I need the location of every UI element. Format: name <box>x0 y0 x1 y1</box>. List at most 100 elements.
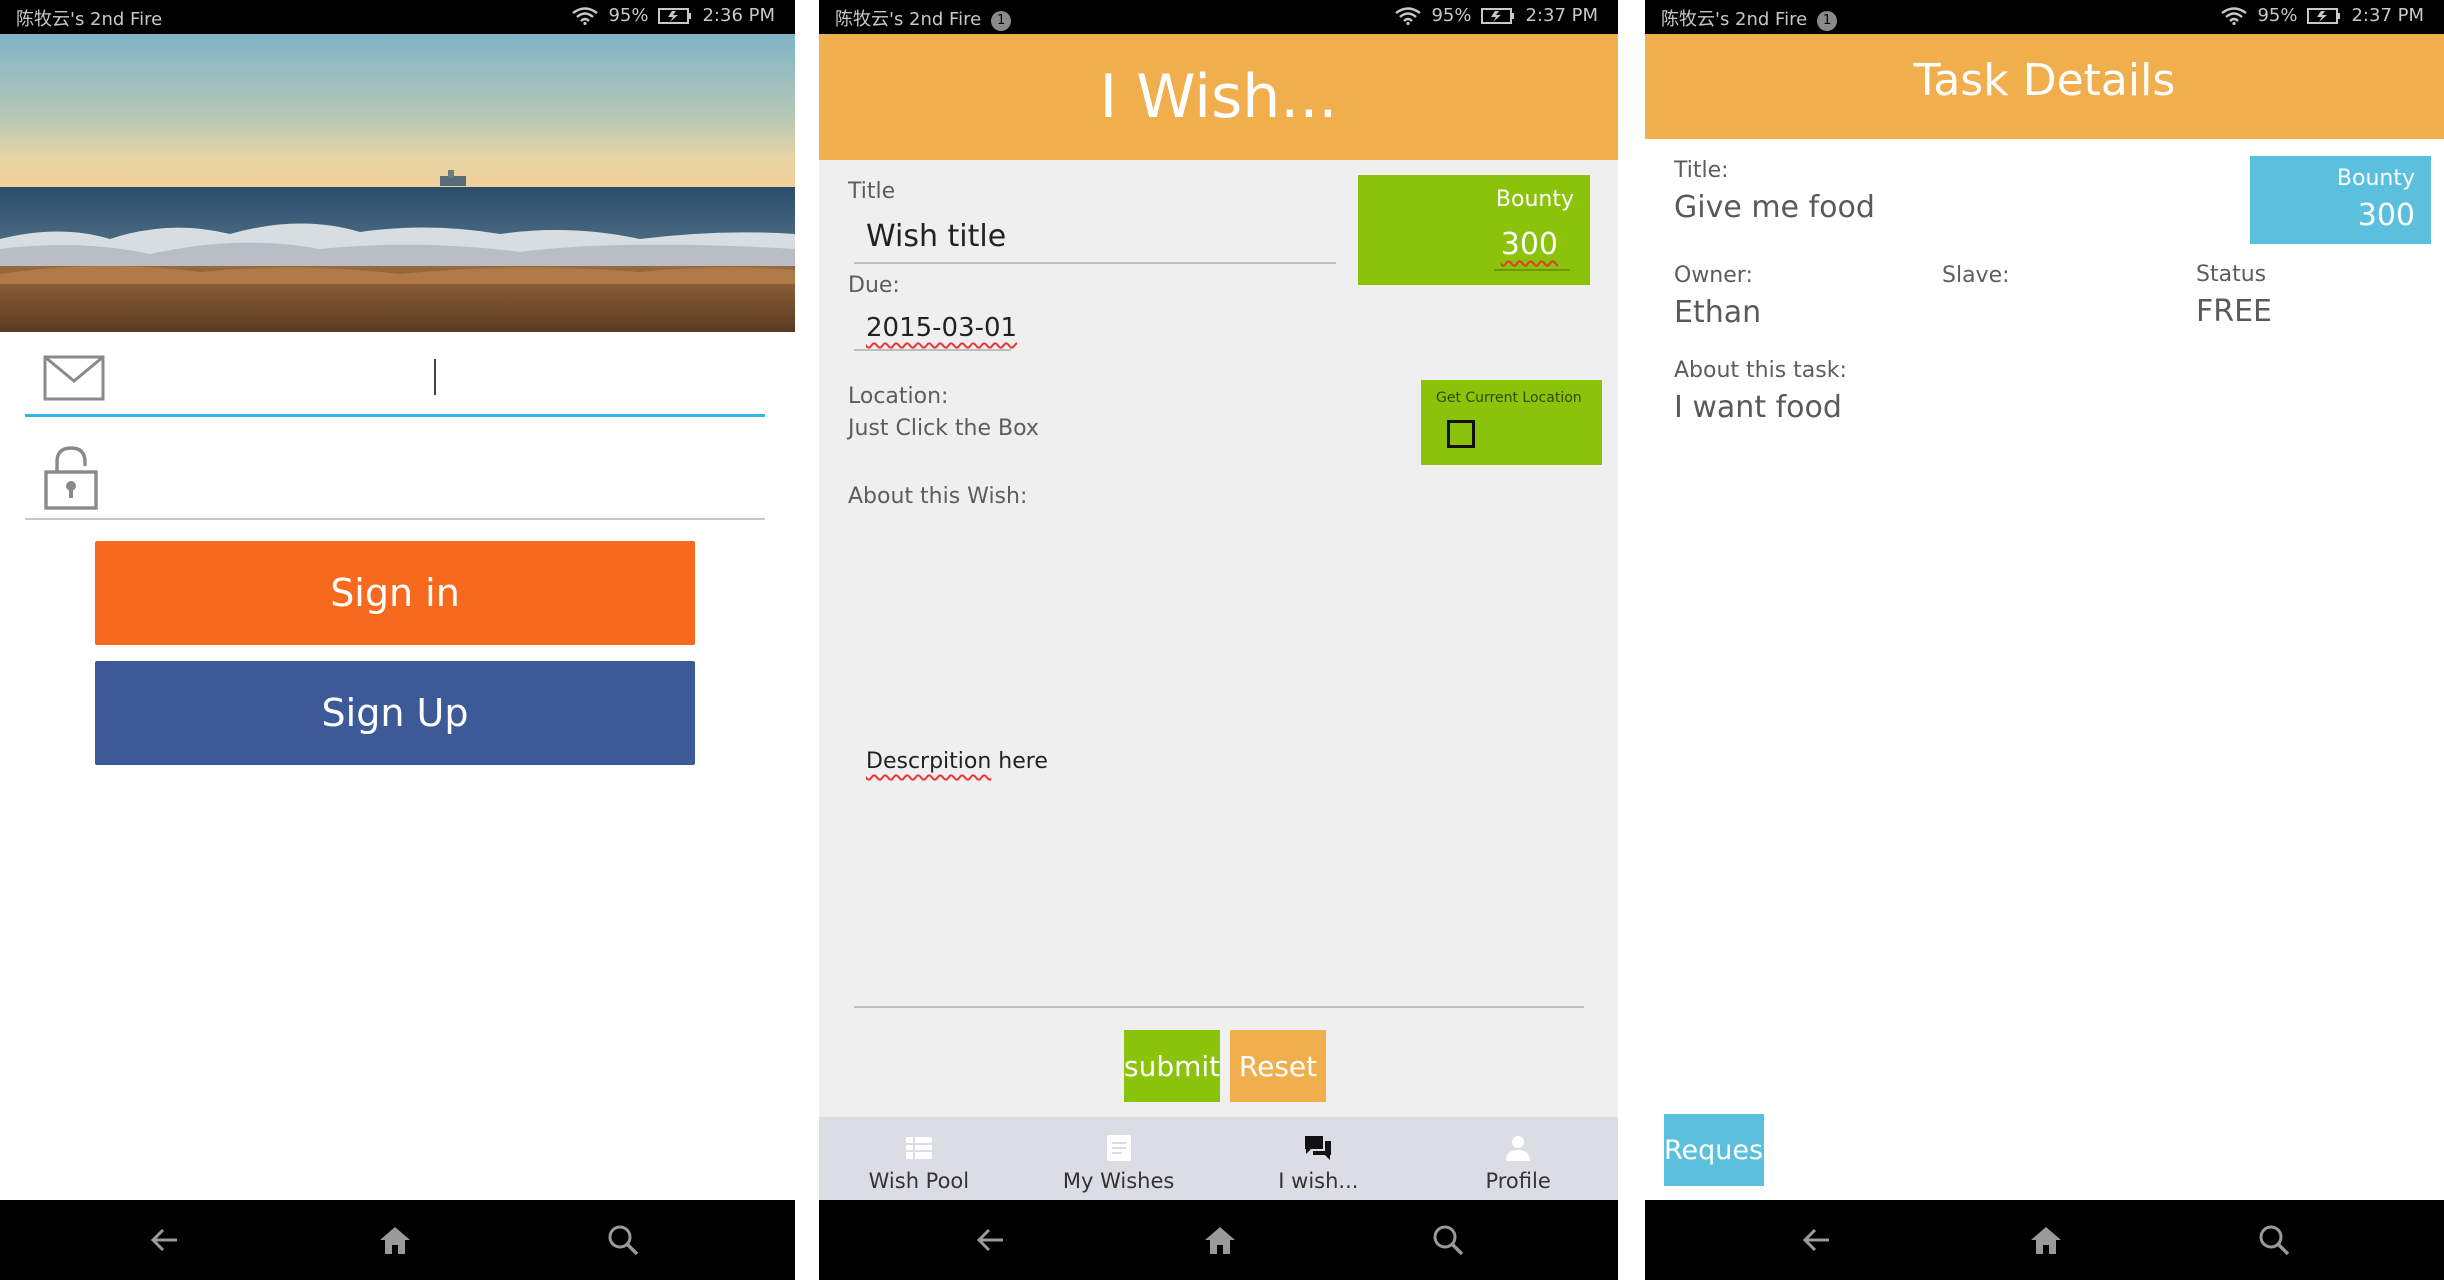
text-cursor <box>434 359 436 395</box>
password-input[interactable] <box>125 454 755 504</box>
password-field-row <box>25 440 765 520</box>
battery-icon <box>658 7 692 24</box>
tab-profile[interactable]: Profile <box>1418 1117 1618 1200</box>
battery-icon <box>2307 7 2341 24</box>
get-location-label: Get Current Location <box>1436 390 1582 406</box>
task-title-value: Give me food <box>1674 190 1875 225</box>
home-icon[interactable] <box>2026 1220 2066 1260</box>
get-location-box[interactable]: Get Current Location <box>1421 380 1602 465</box>
search-icon[interactable] <box>2254 1220 2294 1260</box>
about-wish-label: About this Wish: <box>848 484 1028 509</box>
bounty-box: Bounty 300 <box>2250 156 2431 244</box>
tab-label: I wish... <box>1278 1169 1359 1193</box>
title-underline <box>854 262 1336 264</box>
task-details-screen: 陈牧云's 2nd Fire 1 95% 2:37 PM Task Details <box>1645 0 2444 1280</box>
landscape-hero-image <box>0 34 795 332</box>
slave-label: Slave: <box>1942 263 2010 288</box>
status-bar: 陈牧云's 2nd Fire 1 95% 2:37 PM <box>1645 0 2444 34</box>
wifi-icon <box>2221 6 2248 25</box>
battery-percent: 95% <box>1431 5 1472 26</box>
about-task-value: I want food <box>1674 390 1842 425</box>
carrier-name: 陈牧云's 2nd Fire <box>835 9 982 30</box>
app-header: I Wish... <box>819 34 1618 160</box>
status-value: FREE <box>2196 294 2273 329</box>
battery-percent: 95% <box>2257 5 2298 26</box>
location-hint: Just Click the Box <box>848 416 1039 441</box>
submit-button[interactable]: submit <box>1124 1030 1220 1102</box>
carrier-name: 陈牧云's 2nd Fire <box>16 9 163 30</box>
system-nav-bar <box>0 1200 795 1280</box>
bounty-underline <box>1494 269 1570 271</box>
system-nav-bar <box>819 1200 1618 1280</box>
chat-icon <box>1305 1136 1332 1160</box>
email-input[interactable] <box>125 351 755 401</box>
description-underline <box>854 1006 1584 1008</box>
page-title: I Wish... <box>1099 62 1338 132</box>
tab-my-wishes[interactable]: My Wishes <box>1019 1117 1219 1200</box>
bounty-label: Bounty <box>2336 166 2415 191</box>
home-icon[interactable] <box>1200 1220 1240 1260</box>
person-icon <box>1506 1136 1531 1161</box>
tab-wish-pool[interactable]: Wish Pool <box>819 1117 1019 1200</box>
email-field-row <box>25 337 765 417</box>
wish-form-screen: 陈牧云's 2nd Fire 1 95% 2:37 PM I Wish... T… <box>819 0 1618 1280</box>
tab-i-wish[interactable]: I wish... <box>1219 1117 1419 1200</box>
padlock-icon <box>44 446 98 510</box>
list-icon <box>905 1137 932 1159</box>
request-button[interactable]: Request <box>1664 1114 1774 1186</box>
title-label: Title <box>848 179 896 204</box>
bounty-input[interactable]: 300 <box>1501 227 1558 262</box>
tab-label: Wish Pool <box>868 1169 970 1193</box>
bounty-value: 300 <box>2357 198 2415 233</box>
about-task-label: About this task: <box>1674 358 1847 383</box>
status-label: Status <box>2196 262 2267 287</box>
sign-up-button[interactable]: Sign Up <box>95 661 695 765</box>
email-underline <box>25 414 765 417</box>
signin-screen: 陈牧云's 2nd Fire 95% 2:36 PM Sign in Sign … <box>0 0 795 1280</box>
bounty-value: 300 <box>1500 227 1558 262</box>
description-word: here <box>991 749 1048 774</box>
location-label: Location: <box>848 384 949 409</box>
owner-value: Ethan <box>1674 295 1762 330</box>
notification-badge: 1 <box>1817 11 1838 31</box>
bounty-box: Bounty 300 <box>1358 175 1590 285</box>
app-header: Task Details <box>1645 34 2444 139</box>
description-word-misspelled: Descrpition <box>866 749 992 774</box>
clock: 2:37 PM <box>2351 5 2424 26</box>
tab-label: My Wishes <box>1062 1169 1175 1193</box>
sign-in-button[interactable]: Sign in <box>95 541 695 645</box>
reset-button[interactable]: Reset <box>1230 1030 1326 1102</box>
status-bar: 陈牧云's 2nd Fire 95% 2:36 PM <box>0 0 795 34</box>
battery-percent: 95% <box>608 5 649 26</box>
clock: 2:37 PM <box>1525 5 1598 26</box>
task-title-label: Title: <box>1674 158 1729 183</box>
back-icon[interactable] <box>971 1220 1011 1260</box>
get-location-checkbox[interactable] <box>1447 420 1475 448</box>
status-bar: 陈牧云's 2nd Fire 1 95% 2:37 PM <box>819 0 1618 34</box>
back-icon[interactable] <box>145 1220 185 1260</box>
wish-title-input[interactable]: Wish title <box>866 219 1006 254</box>
notification-badge: 1 <box>991 11 1012 31</box>
owner-label: Owner: <box>1674 263 1753 288</box>
back-icon[interactable] <box>1797 1220 1837 1260</box>
due-date-value: 2015-03-01 <box>866 313 1018 343</box>
wifi-icon <box>572 6 599 25</box>
search-icon[interactable] <box>603 1220 643 1260</box>
tab-label: Profile <box>1485 1169 1551 1193</box>
password-underline <box>25 518 765 520</box>
document-icon <box>1106 1135 1131 1161</box>
home-icon[interactable] <box>375 1220 415 1260</box>
battery-icon <box>1481 7 1515 24</box>
wifi-icon <box>1395 6 1422 25</box>
description-textarea[interactable]: Descrpition here <box>866 749 1048 774</box>
due-label: Due: <box>848 273 900 298</box>
triple-screenshot-page: 陈牧云's 2nd Fire 95% 2:36 PM Sign in Sign … <box>0 0 2444 1280</box>
due-underline <box>854 349 1011 351</box>
system-nav-bar <box>1645 1200 2444 1280</box>
page-title: Task Details <box>1913 55 2176 106</box>
envelope-icon <box>43 355 105 401</box>
search-icon[interactable] <box>1428 1220 1468 1260</box>
bounty-label: Bounty <box>1495 187 1574 212</box>
due-date-input[interactable]: 2015-03-01 <box>866 313 1017 343</box>
bottom-tab-bar: Wish Pool My Wishes I wish... Profile <box>819 1117 1618 1200</box>
